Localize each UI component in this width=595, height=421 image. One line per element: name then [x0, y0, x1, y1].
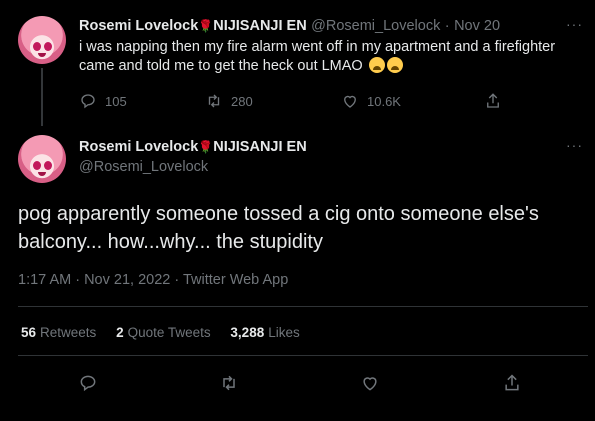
likes-count: 3,288	[230, 325, 265, 340]
heart-icon	[344, 95, 356, 108]
retweets-count: 56	[21, 325, 37, 340]
stats-row: 56 Retweets 2 Quote Tweets 3,288 Likes	[21, 325, 300, 340]
avatar[interactable]	[18, 135, 66, 183]
crying-face-emoji-icon	[368, 57, 385, 73]
share-icon	[487, 93, 499, 108]
like-count: 10.6K	[367, 93, 401, 109]
tweet2-header: Rosemi Lovelock🌹NIJISANJI EN	[79, 138, 307, 156]
avatar[interactable]	[18, 16, 66, 64]
quote-tweets-stat[interactable]: 2 Quote Tweets	[116, 325, 211, 340]
retweets-stat[interactable]: 56 Retweets	[21, 325, 96, 340]
tweet-date[interactable]: Nov 20	[454, 18, 500, 34]
name-suffix[interactable]: NIJISANJI EN	[213, 18, 306, 34]
quote-tweets-label: Quote Tweets	[127, 325, 211, 340]
rose-icon: 🌹	[198, 19, 214, 33]
share-button[interactable]	[502, 373, 522, 398]
handle[interactable]: @Rosemi_Lovelock	[311, 18, 440, 34]
quote-tweets-count: 2	[116, 325, 124, 340]
likes-label: Likes	[268, 325, 300, 340]
display-name[interactable]: Rosemi Lovelock	[79, 139, 198, 155]
likes-stat[interactable]: 3,288 Likes	[230, 325, 299, 340]
retweets-label: Retweets	[40, 325, 97, 340]
retweet-count: 280	[231, 93, 253, 109]
handle[interactable]: @Rosemi_Lovelock	[79, 159, 208, 175]
reply-count: 105	[105, 93, 127, 109]
retweet-icon	[208, 94, 220, 108]
reply-icon	[80, 375, 96, 392]
share-button[interactable]	[484, 92, 502, 110]
retweet-button[interactable]	[219, 373, 239, 398]
tweet2-text: pog apparently someone tossed a cig onto…	[18, 203, 539, 253]
heart-icon	[363, 377, 377, 391]
avatar-eye	[33, 42, 41, 51]
tweet-text: i was napping then my fire alarm went of…	[79, 39, 556, 74]
avatar-eye	[44, 42, 52, 51]
name-suffix[interactable]: NIJISANJI EN	[213, 139, 306, 155]
more-options-icon[interactable]: ···	[566, 16, 583, 32]
tweet-timestamp[interactable]: 1:17 AM · Nov 21, 2022 · Twitter Web App	[18, 272, 288, 288]
display-name[interactable]: Rosemi Lovelock	[79, 18, 198, 34]
avatar-mouth	[38, 53, 46, 57]
share-icon	[505, 374, 519, 391]
thread-line	[41, 68, 43, 126]
avatar-eye	[44, 161, 52, 170]
reply-button[interactable]: 105	[79, 92, 127, 110]
reply-button[interactable]	[78, 373, 98, 398]
like-button[interactable]	[360, 373, 380, 398]
tweet1-text: i was napping then my fire alarm went of…	[79, 38, 569, 76]
divider	[18, 355, 588, 356]
like-button[interactable]: 10.6K	[341, 92, 401, 110]
retweet-button[interactable]: 280	[205, 92, 253, 110]
reply-icon	[81, 94, 95, 109]
tweet1-header: Rosemi Lovelock🌹NIJISANJI EN @Rosemi_Lov…	[79, 17, 500, 35]
retweet-icon	[223, 375, 235, 391]
divider	[18, 306, 588, 307]
crying-face-emoji-icon	[386, 57, 403, 73]
avatar-mouth	[38, 172, 46, 176]
avatar-eye	[33, 161, 41, 170]
rose-icon: 🌹	[198, 140, 214, 154]
more-options-icon[interactable]: ···	[566, 137, 583, 153]
separator: ·	[444, 18, 450, 34]
